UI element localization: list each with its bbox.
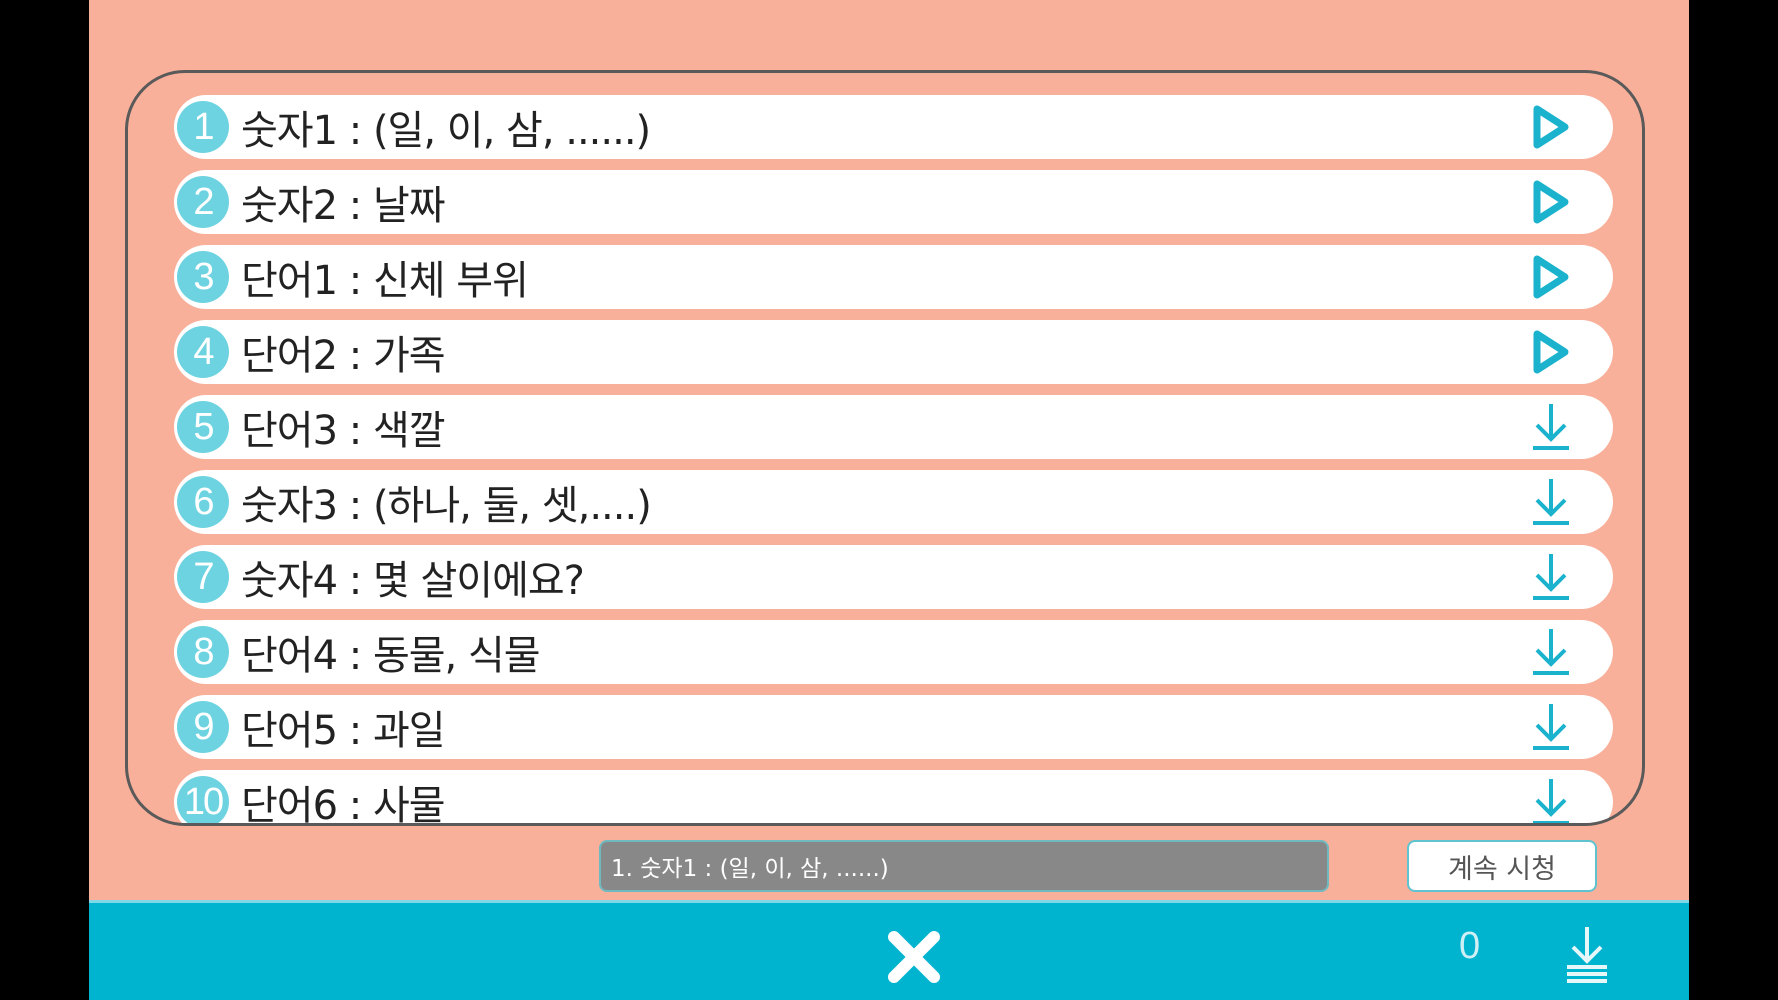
lesson-number-badge: 7	[177, 551, 229, 603]
close-icon[interactable]	[886, 929, 942, 985]
lesson-title: 단어6 : 사물	[241, 783, 446, 826]
lesson-number-badge: 6	[177, 476, 229, 528]
lesson-title: 단어4 : 동물, 식물	[241, 633, 541, 679]
lesson-row[interactable]: 8 단어4 : 동물, 식물	[174, 620, 1613, 684]
lesson-title: 단어5 : 과일	[241, 708, 446, 754]
download-icon[interactable]	[1521, 547, 1581, 607]
lesson-row[interactable]: 5 단어3 : 색깔	[174, 395, 1613, 459]
lesson-number-badge: 9	[177, 701, 229, 753]
lesson-number-badge: 8	[177, 626, 229, 678]
lesson-number-badge: 2	[177, 176, 229, 228]
lesson-number-badge: 3	[177, 251, 229, 303]
lesson-list-frame: 1 숫자1 : (일, 이, 삼, ......) 2 숫자2 : 날짜 3 단어1 : …	[125, 70, 1645, 826]
lesson-row[interactable]: 1 숫자1 : (일, 이, 삼, ......)	[174, 95, 1613, 159]
lesson-row[interactable]: 2 숫자2 : 날짜	[174, 170, 1613, 234]
play-icon[interactable]	[1521, 322, 1581, 382]
lesson-title: 숫자2 : 날짜	[241, 183, 446, 229]
lesson-row[interactable]: 4 단어2 : 가족	[174, 320, 1613, 384]
lesson-row[interactable]: 7 숫자4 : 몇 살이에요?	[174, 545, 1613, 609]
play-icon[interactable]	[1521, 172, 1581, 232]
download-icon[interactable]	[1521, 772, 1581, 823]
download-all-icon[interactable]	[1561, 923, 1613, 985]
lesson-row[interactable]: 9 단어5 : 과일	[174, 695, 1613, 759]
download-icon[interactable]	[1521, 697, 1581, 757]
lesson-number-badge: 5	[177, 401, 229, 453]
continue-watching-button[interactable]: 계속 시청	[1407, 840, 1597, 892]
lesson-list: 1 숫자1 : (일, 이, 삼, ......) 2 숫자2 : 날짜 3 단어1 : …	[174, 95, 1613, 826]
play-icon[interactable]	[1521, 247, 1581, 307]
player-bar: 1. 숫자1 : (일, 이, 삼, ......) 계속 시청	[89, 838, 1689, 896]
lesson-title: 숫자1 : (일, 이, 삼, ......)	[241, 108, 651, 154]
lesson-row[interactable]: 6 숫자3 : (하나, 둘, 셋,....)	[174, 470, 1613, 534]
download-icon[interactable]	[1521, 472, 1581, 532]
lesson-number-badge: 1	[177, 101, 229, 153]
download-count: 0	[1459, 925, 1481, 967]
lesson-number-badge: 10	[177, 776, 229, 823]
lesson-title: 숫자3 : (하나, 둘, 셋,....)	[241, 483, 652, 529]
play-icon[interactable]	[1521, 97, 1581, 157]
lesson-row[interactable]: 3 단어1 : 신체 부위	[174, 245, 1613, 309]
lesson-title: 단어3 : 색깔	[241, 408, 446, 454]
lesson-title: 단어1 : 신체 부위	[241, 258, 529, 304]
download-icon[interactable]	[1521, 397, 1581, 457]
lesson-title: 숫자4 : 몇 살이에요?	[241, 558, 585, 604]
lesson-row[interactable]: 10 단어6 : 사물	[174, 770, 1613, 826]
app-screen: 1 숫자1 : (일, 이, 삼, ......) 2 숫자2 : 날짜 3 단어1 : …	[89, 0, 1689, 1000]
download-icon[interactable]	[1521, 622, 1581, 682]
lesson-number-badge: 4	[177, 326, 229, 378]
lesson-title: 단어2 : 가족	[241, 333, 446, 379]
footer-bar: 0	[89, 900, 1689, 1000]
now-playing-field[interactable]: 1. 숫자1 : (일, 이, 삼, ......)	[599, 840, 1329, 892]
